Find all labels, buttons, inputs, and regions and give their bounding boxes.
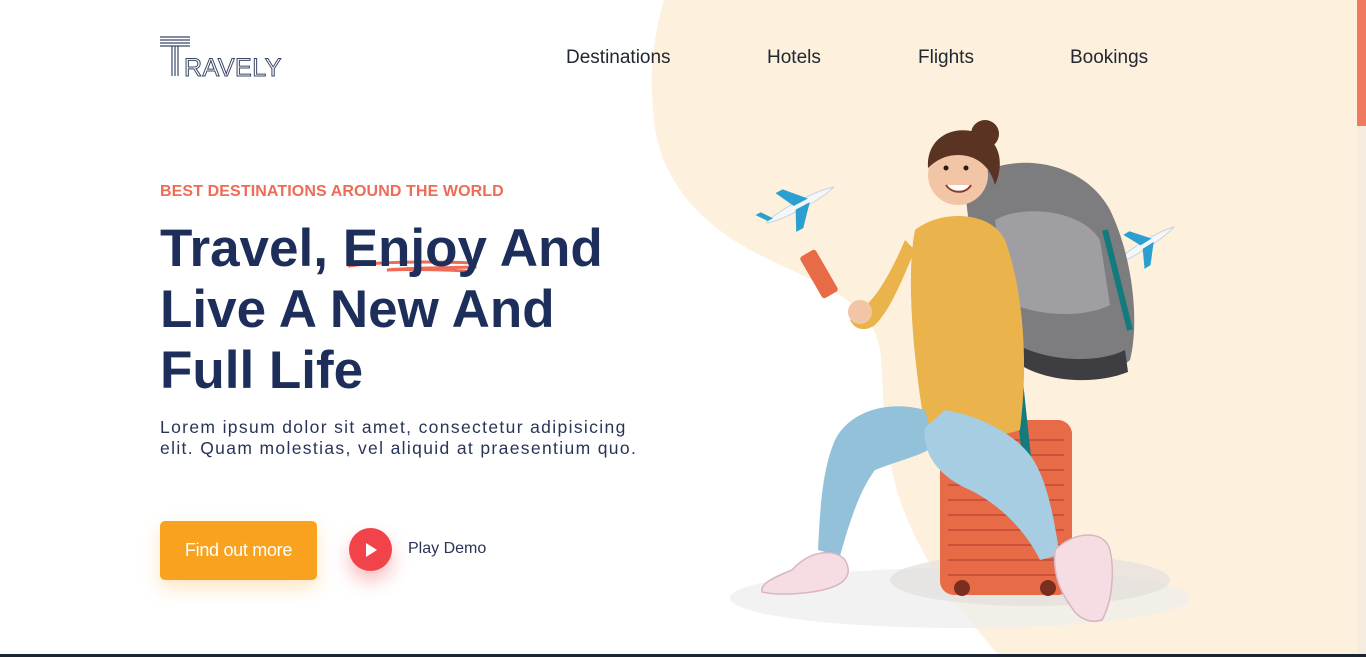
headline-line-3: Full Life [160, 341, 364, 400]
hero-eyebrow: BEST DESTINATIONS AROUND THE WORLD [160, 183, 504, 200]
main-nav: Destinations Hotels Flights Bookings [0, 47, 1366, 71]
headline-line-2: Live A New And [160, 280, 555, 339]
headline-highlight: Enjoy [343, 218, 487, 279]
hero-description: Lorem ipsum dolor sit amet, consectetur … [160, 417, 638, 458]
headline-line-1: Travel, Enjoy And [160, 218, 660, 279]
traveler-illustration [730, 120, 1190, 628]
headline-highlight-word: Enjoy [342, 219, 487, 278]
hero-headline: Travel, Enjoy And Live A New And Full Li… [160, 218, 660, 401]
nav-bookings[interactable]: Bookings [1070, 47, 1148, 69]
headline-line-1-start: Travel, [160, 219, 343, 278]
airplane-icon [755, 186, 835, 232]
nav-flights[interactable]: Flights [918, 47, 974, 69]
find-out-more-button[interactable]: Find out more [160, 521, 317, 580]
headline-line-1-end: And [487, 219, 603, 278]
play-icon [365, 542, 377, 557]
nav-hotels[interactable]: Hotels [767, 47, 821, 69]
play-demo-button[interactable] [349, 528, 392, 571]
nav-destinations[interactable]: Destinations [566, 47, 671, 69]
scrollbar-thumb[interactable] [1357, 0, 1366, 126]
play-demo-label[interactable]: Play Demo [408, 540, 486, 558]
